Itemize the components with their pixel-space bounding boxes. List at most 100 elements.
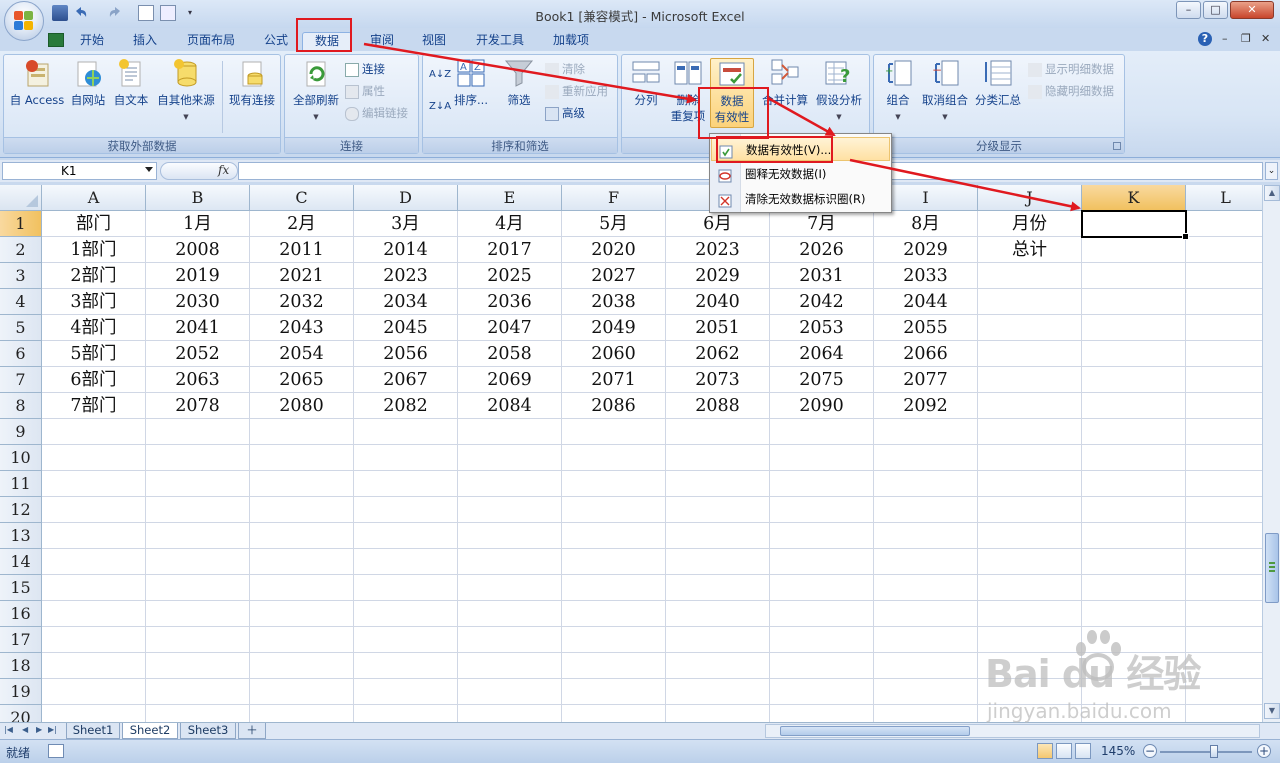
cell-d16[interactable] [354,601,458,627]
cell-c16[interactable] [250,601,354,627]
cell-d15[interactable] [354,575,458,601]
cell-h8[interactable]: 2090 [770,393,874,419]
cell-i16[interactable] [874,601,978,627]
cell-l19[interactable] [1186,679,1262,705]
page-layout-view-icon[interactable] [1056,743,1072,759]
cell-a11[interactable] [42,471,146,497]
cell-d18[interactable] [354,653,458,679]
sheet-tab-3[interactable]: Sheet3 [180,723,236,739]
cell-b16[interactable] [146,601,250,627]
cell-d19[interactable] [354,679,458,705]
cell-b7[interactable]: 2063 [146,367,250,393]
cell-i20[interactable] [874,705,978,722]
menu-item-circle-invalid[interactable]: 圈释无效数据(I) [711,162,890,186]
cell-l2[interactable] [1186,237,1262,263]
cell-e17[interactable] [458,627,562,653]
cell-i4[interactable]: 2044 [874,289,978,315]
cell-i10[interactable] [874,445,978,471]
cell-h10[interactable] [770,445,874,471]
cell-c1[interactable]: 2月 [250,211,354,237]
cell-c14[interactable] [250,549,354,575]
from-access-button[interactable]: 自 Access [8,58,66,108]
row-header-3[interactable]: 3 [0,263,42,289]
vertical-scroll-thumb[interactable] [1265,533,1279,603]
zoom-slider-track[interactable] [1160,751,1252,753]
cell-e10[interactable] [458,445,562,471]
cell-k2[interactable] [1082,237,1186,263]
cell-d13[interactable] [354,523,458,549]
zoom-level[interactable]: 145% [1101,744,1135,758]
cell-d17[interactable] [354,627,458,653]
cell-l17[interactable] [1186,627,1262,653]
row-header-5[interactable]: 5 [0,315,42,341]
cell-a16[interactable] [42,601,146,627]
advanced-filter-button[interactable]: 高级 [545,105,585,121]
cell-g2[interactable]: 2023 [666,237,770,263]
cell-k4[interactable] [1082,289,1186,315]
cell-l3[interactable] [1186,263,1262,289]
cell-e13[interactable] [458,523,562,549]
cell-k7[interactable] [1082,367,1186,393]
cell-c5[interactable]: 2043 [250,315,354,341]
cell-h13[interactable] [770,523,874,549]
cell-d5[interactable]: 2045 [354,315,458,341]
cell-g16[interactable] [666,601,770,627]
insert-sheet-icon[interactable]: ＋ [238,723,266,739]
cell-a2[interactable]: 1部门 [42,237,146,263]
cell-k5[interactable] [1082,315,1186,341]
cell-i11[interactable] [874,471,978,497]
cell-e4[interactable]: 2036 [458,289,562,315]
cell-k9[interactable] [1082,419,1186,445]
filter-button[interactable]: 筛选 [501,58,537,108]
cell-k10[interactable] [1082,445,1186,471]
cell-j14[interactable] [978,549,1082,575]
cell-e14[interactable] [458,549,562,575]
cell-h4[interactable]: 2042 [770,289,874,315]
cell-c15[interactable] [250,575,354,601]
cell-g15[interactable] [666,575,770,601]
cell-a10[interactable] [42,445,146,471]
row-header-8[interactable]: 8 [0,393,42,419]
cell-a17[interactable] [42,627,146,653]
cell-c10[interactable] [250,445,354,471]
maximize-button[interactable]: □ [1203,1,1228,19]
cell-b11[interactable] [146,471,250,497]
cell-a3[interactable]: 2部门 [42,263,146,289]
cell-j5[interactable] [978,315,1082,341]
cell-h1[interactable]: 7月 [770,211,874,237]
cell-h12[interactable] [770,497,874,523]
cell-d7[interactable]: 2067 [354,367,458,393]
cell-c4[interactable]: 2032 [250,289,354,315]
cell-h17[interactable] [770,627,874,653]
edit-links-button[interactable]: 编辑链接 [345,105,408,121]
cell-a15[interactable] [42,575,146,601]
cell-j7[interactable] [978,367,1082,393]
cell-g20[interactable] [666,705,770,722]
cell-g6[interactable]: 2062 [666,341,770,367]
cell-k15[interactable] [1082,575,1186,601]
cell-a20[interactable] [42,705,146,722]
cell-d6[interactable]: 2056 [354,341,458,367]
cell-i13[interactable] [874,523,978,549]
cell-h9[interactable] [770,419,874,445]
cell-e19[interactable] [458,679,562,705]
cell-h6[interactable]: 2064 [770,341,874,367]
tab-formulas[interactable]: 公式 [256,32,296,51]
cell-b14[interactable] [146,549,250,575]
cell-g9[interactable] [666,419,770,445]
clear-filter-button[interactable]: 清除 [545,61,585,77]
cell-h15[interactable] [770,575,874,601]
row-header-7[interactable]: 7 [0,367,42,393]
cell-k3[interactable] [1082,263,1186,289]
cell-e2[interactable]: 2017 [458,237,562,263]
cell-d2[interactable]: 2014 [354,237,458,263]
cell-j15[interactable] [978,575,1082,601]
cell-c19[interactable] [250,679,354,705]
cell-l6[interactable] [1186,341,1262,367]
cell-h11[interactable] [770,471,874,497]
workbook-minimize-button[interactable]: – [1222,32,1228,45]
cell-j12[interactable] [978,497,1082,523]
row-header-11[interactable]: 11 [0,471,42,497]
cell-b13[interactable] [146,523,250,549]
cell-c2[interactable]: 2011 [250,237,354,263]
